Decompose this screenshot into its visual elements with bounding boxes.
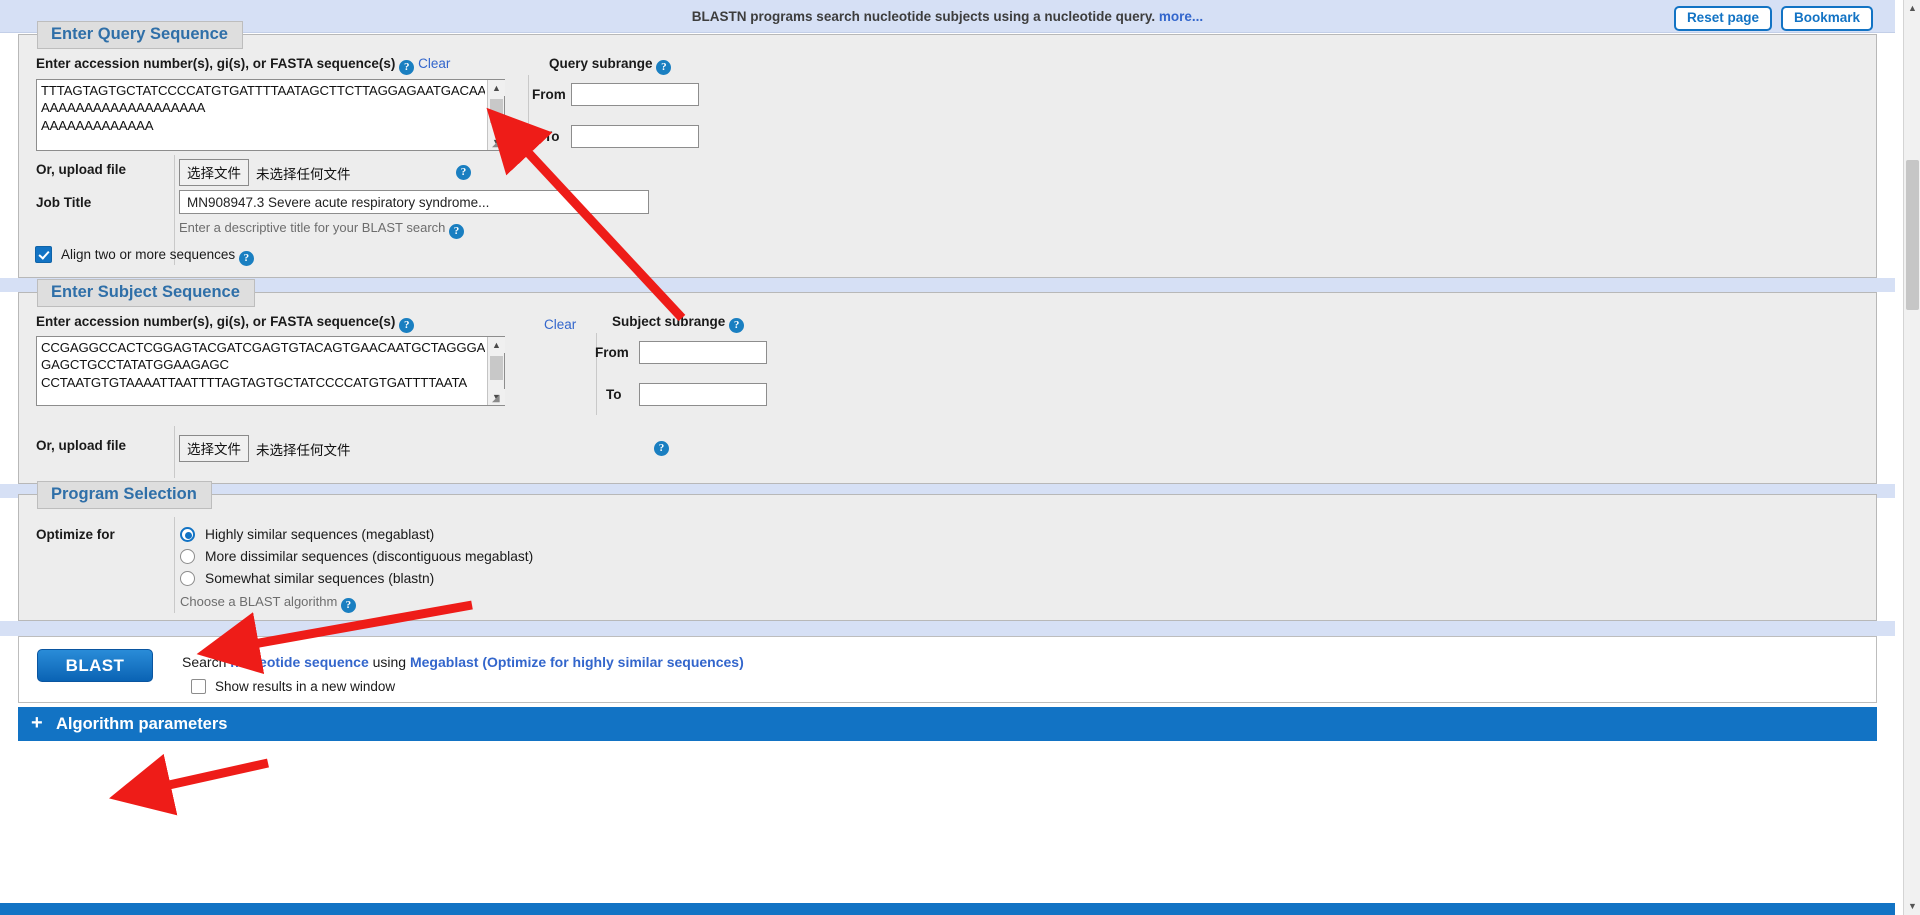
query-file-picker[interactable]: 选择文件 未选择任何文件 — [179, 159, 351, 186]
clear-query-link[interactable]: Clear — [418, 56, 450, 71]
subject-file-picker[interactable]: 选择文件 未选择任何文件 — [179, 435, 351, 462]
radio-blastn-label: Somewhat similar sequences (blastn) — [205, 571, 435, 586]
subject-to-input[interactable] — [639, 383, 767, 406]
query-subrange-label: Query subrange ? — [549, 55, 672, 75]
reset-page-button[interactable]: Reset page — [1673, 6, 1772, 31]
help-icon-align[interactable]: ? — [238, 251, 254, 266]
radio-disc-megablast-label: More dissimilar sequences (discontiguous… — [205, 549, 534, 564]
help-icon-job-title[interactable]: ? — [449, 224, 465, 239]
subject-section-legend: Enter Subject Sequence — [37, 279, 255, 307]
program-divider — [174, 517, 175, 613]
subject-left-divider — [174, 426, 175, 478]
separator-strip-3 — [0, 621, 1895, 636]
query-from-label: From — [532, 87, 566, 102]
radio-blastn-icon[interactable] — [180, 571, 195, 586]
banner-blurb: BLASTN programs search nucleotide subjec… — [691, 9, 1156, 24]
help-icon-query-subrange[interactable]: ? — [656, 60, 672, 75]
query-choose-file-button[interactable]: 选择文件 — [179, 159, 249, 186]
choose-algorithm-hint: Choose a BLAST algorithm ? — [180, 594, 356, 613]
subject-enter-label: Enter accession number(s), gi(s), or FAS… — [36, 313, 415, 333]
subject-file-status: 未选择任何文件 — [256, 442, 351, 458]
top-buttons: Reset page Bookmark — [1673, 6, 1873, 31]
search-description: Search nucleotide sequence using Megabla… — [182, 654, 744, 670]
align-sequences-label: Align two or more sequences ? — [61, 247, 254, 266]
blast-button[interactable]: BLAST — [37, 649, 153, 682]
page-scroll-up-icon[interactable]: ▲ — [1904, 0, 1920, 17]
radio-option-disc-megablast[interactable]: More dissimilar sequences (discontiguous… — [180, 549, 533, 564]
algorithm-parameters-bar[interactable]: + Algorithm parameters — [18, 707, 1877, 741]
page-scroll-down-icon[interactable]: ▼ — [1904, 898, 1920, 915]
job-title-input[interactable] — [179, 190, 649, 214]
query-to-input[interactable] — [571, 125, 699, 148]
query-upload-label: Or, upload file — [36, 162, 127, 177]
query-section-legend: Enter Query Sequence — [37, 21, 243, 49]
show-results-new-window-label: Show results in a new window — [215, 679, 396, 694]
query-to-label: To — [544, 129, 560, 144]
help-icon-query[interactable]: ? — [399, 60, 415, 75]
fasta-bold: FASTA — [270, 56, 313, 71]
clear-subject-link[interactable]: Clear — [544, 317, 576, 332]
query-file-status: 未选择任何文件 — [256, 166, 351, 182]
scroll-up-icon[interactable]: ▲ — [488, 80, 505, 96]
blast-page: BLASTN programs search nucleotide subjec… — [0, 0, 1920, 915]
resize-grip-icon[interactable]: ◢ — [492, 394, 502, 404]
align-sequences-checkbox[interactable] — [35, 246, 52, 263]
radio-megablast-label: Highly similar sequences (megablast) — [205, 527, 435, 542]
optimize-for-label: Optimize for — [36, 527, 115, 542]
radio-disc-megablast-icon[interactable] — [180, 549, 195, 564]
new-window-option[interactable]: Show results in a new window — [182, 679, 395, 694]
radio-megablast-icon[interactable] — [180, 527, 195, 542]
bottom-strip — [0, 903, 1895, 915]
resize-grip-icon[interactable]: ◢ — [492, 139, 502, 149]
help-icon-query-upload[interactable]: ? — [456, 165, 471, 180]
query-sequence-value: TTTAGTAGTGCTATCCCCATGTGATTTTAATAGCTTCTTA… — [41, 83, 485, 133]
subject-upload-label: Or, upload file — [36, 438, 127, 453]
help-icon-subject[interactable]: ? — [399, 318, 415, 333]
scroll-thumb[interactable] — [490, 99, 503, 123]
top-banner: BLASTN programs search nucleotide subjec… — [0, 0, 1895, 33]
subject-sequence-fieldset: Enter Subject Sequence Enter accession n… — [18, 279, 1877, 484]
job-title-label: Job Title — [36, 195, 92, 210]
blast-submit-bar: BLAST Search nucleotide sequence using M… — [18, 636, 1877, 703]
query-sequence-fieldset: Enter Query Sequence Enter accession num… — [18, 21, 1877, 278]
program-section-legend: Program Selection — [37, 481, 212, 509]
query-from-input[interactable] — [571, 83, 699, 106]
query-sequence-textarea[interactable]: TTTAGTAGTGCTATCCCCATGTGATTTTAATAGCTTCTTA… — [36, 79, 505, 151]
help-icon-subject-upload[interactable]: ? — [654, 441, 669, 456]
subject-from-label: From — [595, 345, 629, 360]
expand-plus-icon[interactable]: + — [31, 713, 43, 733]
subrange-divider — [528, 75, 529, 157]
subject-sequence-value: CCGAGGCCACTCGGAGTACGATCGAGTGTACAGTGAACAA… — [41, 340, 485, 390]
algorithm-parameters-label: Algorithm parameters — [56, 715, 228, 733]
help-icon-subject-subrange[interactable]: ? — [729, 318, 745, 333]
subject-from-input[interactable] — [639, 341, 767, 364]
subject-sequence-textarea[interactable]: CCGAGGCCACTCGGAGTACGATCGAGTGTACAGTGAACAA… — [36, 336, 505, 406]
program-selection-fieldset: Program Selection Optimize for Highly si… — [18, 481, 1877, 621]
page-scroll-thumb[interactable] — [1906, 160, 1919, 310]
subject-subrange-label: Subject subrange ? — [612, 313, 745, 333]
page-scrollbar[interactable]: ▲ ▼ — [1903, 0, 1920, 915]
separator-strip-1 — [0, 278, 1895, 292]
subject-to-label: To — [606, 387, 622, 402]
show-results-new-window-checkbox[interactable] — [191, 679, 206, 694]
job-title-hint: Enter a descriptive title for your BLAST… — [179, 220, 465, 239]
query-enter-label: Enter accession number(s), gi(s), or FAS… — [36, 56, 451, 75]
help-icon-algorithm[interactable]: ? — [340, 598, 356, 613]
radio-option-blastn[interactable]: Somewhat similar sequences (blastn) — [180, 571, 434, 586]
banner-text: BLASTN programs search nucleotide subjec… — [0, 0, 1895, 33]
radio-option-megablast[interactable]: Highly similar sequences (megablast) — [180, 527, 434, 542]
fasta-bold-subject: FASTA — [270, 314, 313, 329]
arrow-to-blast-button — [109, 753, 269, 816]
bookmark-button[interactable]: Bookmark — [1780, 6, 1873, 31]
subject-choose-file-button[interactable]: 选择文件 — [179, 435, 249, 462]
search-program-link[interactable]: Megablast (Optimize for highly similar s… — [410, 654, 744, 670]
scroll-up-icon[interactable]: ▲ — [488, 337, 505, 353]
search-db-link[interactable]: nucleotide sequence — [230, 654, 368, 670]
more-link[interactable]: more... — [1159, 9, 1203, 24]
scroll-thumb[interactable] — [490, 356, 503, 380]
